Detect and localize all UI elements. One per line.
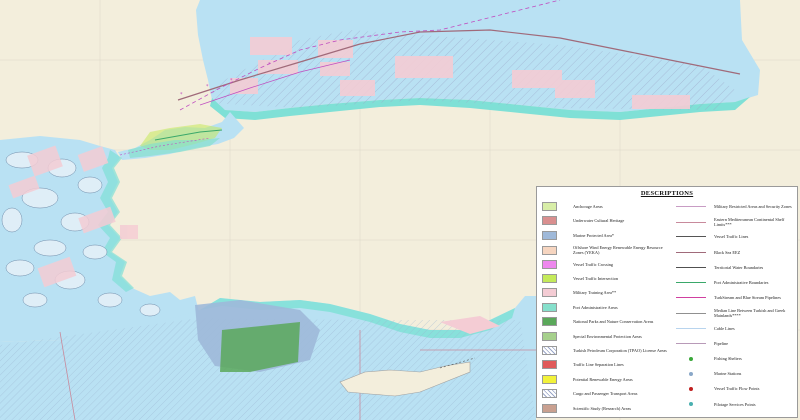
black-sea	[177, 0, 760, 120]
legend-label: Territorial Water Boundaries	[714, 264, 764, 270]
legend-line-symbol	[672, 278, 710, 287]
legend-label: National Parks and Nature Conservation A…	[573, 319, 654, 325]
legend-label: Fishing Shelters	[714, 356, 742, 361]
legend-line-symbol	[672, 324, 710, 333]
legend-swatch	[542, 288, 557, 298]
legend-swatch	[542, 259, 557, 269]
legend-swatch	[542, 389, 557, 399]
legend-line-symbol	[672, 248, 710, 257]
legend-swatch	[542, 374, 557, 384]
legend-label: Vessel Traffic Intersection	[573, 276, 619, 281]
legend-line-symbol	[672, 309, 710, 318]
legend-item: Potential Renewable Energy Areas	[542, 374, 672, 384]
legend-swatch	[542, 403, 557, 413]
legend-item: Special Environmental Protection Areas	[542, 331, 672, 341]
legend-label: Pipeline	[714, 340, 729, 346]
legend-label: Marine Stations	[714, 371, 742, 377]
legend-item: Port Administrative Areas	[542, 302, 672, 312]
legend-label: Scientific Study (Research) Areas	[573, 405, 632, 411]
legend-swatch	[542, 274, 557, 283]
legend-label: Special Environmental Protection Areas	[573, 333, 642, 339]
map-legend: DESCRIPTIONS Anchorage Areas Underwater C…	[536, 186, 798, 418]
legend-label: TurkStream and Blue Stream Pipelines	[714, 295, 781, 301]
legend-swatch	[542, 317, 557, 327]
legend-item: Vessel Traffic Crossing	[542, 259, 672, 269]
legend-label: Port Administrative Areas	[573, 304, 618, 310]
legend-line-symbol	[672, 218, 710, 227]
legend-label: Eastern Mediterranean Continental Shelf …	[714, 217, 785, 228]
legend-item: Military Training Area**	[542, 288, 672, 298]
legend-point-symbol	[672, 369, 710, 378]
legend-label: Cargo and Passenger Transport Areas	[573, 391, 638, 397]
legend-label: Pilotage Services Points	[714, 401, 756, 407]
legend-label: Vessel Traffic Flow Points	[714, 386, 760, 392]
legend-item: Black Sea EEZ	[672, 248, 796, 257]
legend-line-symbol	[672, 232, 710, 241]
legend-swatch	[542, 346, 557, 355]
legend-item: Traffic Line Separation Lines	[542, 360, 672, 370]
legend-label: Underwater Cultural Heritage	[573, 218, 625, 224]
legend-line-symbol	[672, 202, 710, 211]
legend-item: Vessel Traffic Intersection	[542, 274, 672, 283]
legend-swatch	[542, 360, 557, 370]
legend-point-symbol	[672, 400, 710, 409]
legend-item: Cargo and Passenger Transport Areas	[542, 389, 672, 399]
legend-point-symbol	[672, 384, 710, 393]
legend-point-symbol	[672, 354, 710, 363]
legend-item: TurkStream and Blue Stream Pipelines	[672, 293, 796, 302]
legend-item: Offshore Wind Energy Renewable Energy Re…	[542, 245, 672, 255]
legend-item: Scientific Study (Research) Areas	[542, 403, 672, 413]
legend-label: Military Training Area**	[573, 290, 617, 296]
legend-swatch	[542, 331, 557, 341]
legend-item: Median Line Between Turkish and Greek Ma…	[672, 308, 796, 318]
legend-item: Underwater Cultural Heritage	[542, 216, 672, 226]
legend-label: Vessel Traffic Crossing	[573, 261, 614, 267]
legend-line-symbol	[672, 293, 710, 302]
legend-label: Military Restricted Areas and Security Z…	[714, 204, 792, 209]
legend-item: Cable Lines	[672, 324, 796, 333]
legend-item: Marine Protected Area*	[542, 230, 672, 240]
legend-label: Anchorage Areas	[573, 204, 603, 209]
legend-item: Military Restricted Areas and Security Z…	[672, 202, 796, 211]
legend-label: Vessel Traffic Lines	[714, 234, 749, 240]
legend-label: Potential Renewable Energy Areas	[573, 376, 633, 382]
legend-item: Pipeline	[672, 339, 796, 348]
legend-item: Fishing Shelters	[672, 354, 796, 363]
legend-item: National Parks and Nature Conservation A…	[542, 317, 672, 327]
legend-item: Marine Stations	[672, 369, 796, 378]
legend-label: Traffic Line Separation Lines	[573, 362, 624, 368]
legend-item: Turkish Petroleum Corporation (TPAO) Lic…	[542, 346, 672, 355]
legend-label: Black Sea EEZ	[714, 249, 741, 255]
legend-label: Turkish Petroleum Corporation (TPAO) Lic…	[573, 348, 667, 353]
legend-line-symbol	[672, 339, 710, 348]
legend-item: Vessel Traffic Lines	[672, 232, 796, 241]
legend-swatch	[542, 302, 557, 312]
legend-item: Vessel Traffic Flow Points	[672, 384, 796, 393]
legend-label: Offshore Wind Energy Renewable Energy Re…	[573, 245, 663, 256]
legend-item: Eastern Mediterranean Continental Shelf …	[672, 217, 796, 227]
legend-label: Cable Lines	[714, 325, 735, 331]
legend-line-symbol	[672, 263, 710, 272]
legend-swatch	[542, 245, 557, 255]
legend-label: Median Line Between Turkish and Greek Ma…	[714, 308, 786, 319]
legend-label: Port Administrative Boundaries	[714, 280, 769, 285]
legend-swatch	[542, 202, 557, 211]
legend-item: Anchorage Areas	[542, 202, 672, 211]
legend-swatch	[542, 230, 557, 240]
legend-label: Marine Protected Area*	[573, 232, 615, 238]
legend-item: Port Administrative Boundaries	[672, 278, 796, 287]
legend-item: Pilotage Services Points	[672, 400, 796, 409]
legend-swatch	[542, 216, 557, 226]
legend-title: DESCRIPTIONS	[640, 190, 694, 197]
legend-item: Territorial Water Boundaries	[672, 263, 796, 272]
